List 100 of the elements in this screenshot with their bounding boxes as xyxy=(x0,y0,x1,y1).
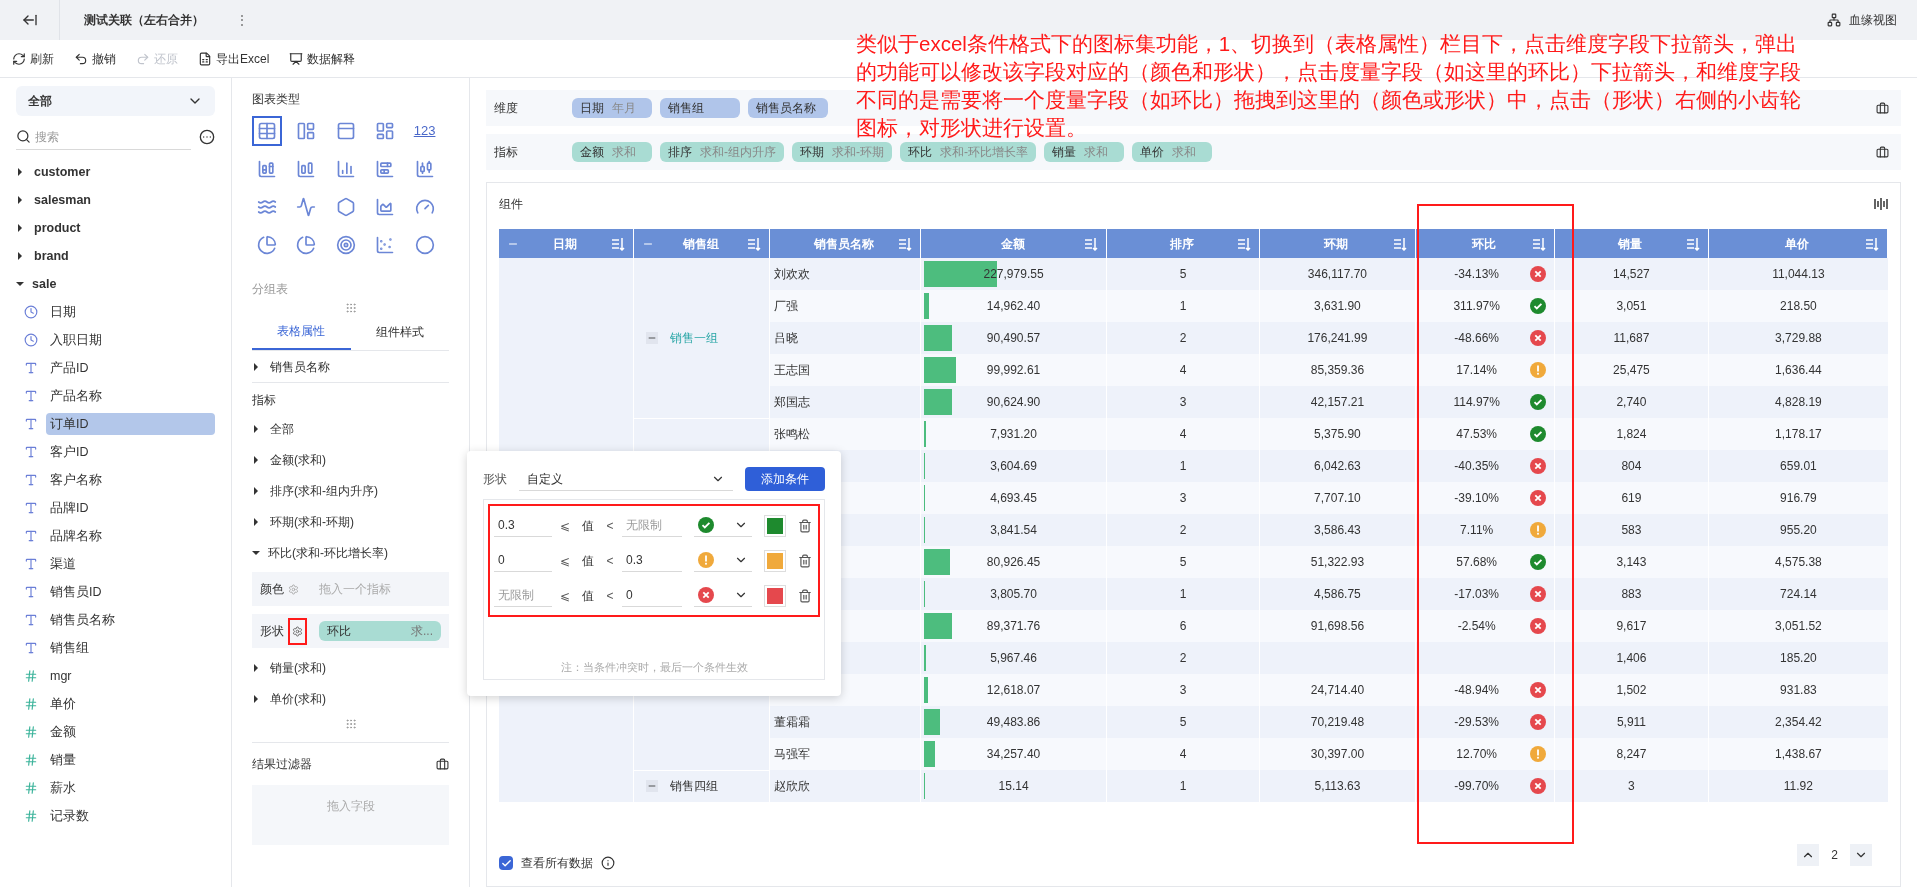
more-icon[interactable] xyxy=(199,129,215,145)
field-item[interactable]: 入职日期 xyxy=(46,328,215,352)
drag-handle-icon[interactable] xyxy=(344,718,357,730)
chart-type-button[interactable] xyxy=(252,116,282,146)
operator-dropdown[interactable]: < xyxy=(602,551,618,570)
max-field[interactable]: 无限制 xyxy=(622,514,682,537)
operator-dropdown[interactable]: ⩽ xyxy=(556,516,574,535)
field-chip[interactable]: 金额 求和 xyxy=(572,142,652,162)
field-item[interactable]: 产品ID xyxy=(46,356,215,380)
sort-icon[interactable] xyxy=(747,236,761,251)
metric-item[interactable]: 销量(求和) xyxy=(252,652,449,683)
operator-dropdown[interactable]: ⩽ xyxy=(556,551,574,570)
hexagon-icon xyxy=(335,197,356,217)
min-field[interactable]: 0.3 xyxy=(494,514,552,537)
toggle-button[interactable] xyxy=(646,780,659,792)
metric-item[interactable]: 环期(求和-环期) xyxy=(252,506,449,537)
field-item[interactable]: 销量 xyxy=(46,748,215,772)
drag-handle-icon[interactable] xyxy=(344,302,357,314)
field-chip[interactable]: 日期 年月 xyxy=(572,98,652,118)
field-item[interactable]: 记录数 xyxy=(46,804,215,828)
dimension-item[interactable]: 销售员名称 xyxy=(252,351,449,383)
table-tree-item[interactable]: customer xyxy=(16,158,215,186)
toggle-button[interactable] xyxy=(646,331,659,344)
delete-icon[interactable] xyxy=(798,588,812,603)
add-condition-button[interactable]: 添加条件 xyxy=(745,467,825,491)
field-item[interactable]: 客户ID xyxy=(46,440,215,464)
sort-icon[interactable] xyxy=(611,236,626,251)
metric-item[interactable]: 全部 xyxy=(252,413,449,444)
more-button[interactable]: ⋮ xyxy=(228,11,256,29)
briefcase-icon[interactable] xyxy=(1876,101,1889,115)
field-item[interactable]: 品牌名称 xyxy=(46,524,215,548)
operator-dropdown[interactable]: ⩽ xyxy=(556,586,574,605)
sort-icon[interactable] xyxy=(1865,236,1879,251)
sort-icon[interactable] xyxy=(1392,236,1407,251)
sort-icon[interactable] xyxy=(897,236,912,251)
field-item[interactable]: 销售员ID xyxy=(46,580,215,604)
table-tree-item[interactable]: salesman xyxy=(16,186,215,214)
sort-icon[interactable] xyxy=(1686,236,1701,251)
toolbar-button[interactable]: 撤销 xyxy=(74,49,116,68)
field-item[interactable]: 单价 xyxy=(46,692,215,716)
delete-icon[interactable] xyxy=(798,518,812,533)
table-tree-item[interactable]: brand xyxy=(16,242,215,270)
sort-icon[interactable] xyxy=(1531,236,1546,251)
delete-icon[interactable] xyxy=(798,553,812,568)
icon-dropdown[interactable] xyxy=(694,549,752,572)
metric-item[interactable]: 环比(求和-环比增长率) xyxy=(252,537,449,568)
field-item[interactable]: 金额 xyxy=(46,720,215,744)
field-item[interactable]: 品牌ID xyxy=(46,496,215,520)
sort-icon[interactable] xyxy=(1237,236,1252,251)
page-up-button[interactable] xyxy=(1797,844,1820,866)
tab[interactable]: 表格属性 xyxy=(252,314,351,350)
min-field[interactable]: 无限制 xyxy=(494,584,552,607)
field-chip[interactable]: 排序 求和-组内升序 xyxy=(660,142,784,162)
field-item[interactable]: 客户名称 xyxy=(46,468,215,492)
field-chip[interactable]: 销售组 xyxy=(660,98,740,118)
toolbar-button[interactable]: 数据解释 xyxy=(289,49,356,68)
tab[interactable]: 组件样式 xyxy=(350,314,449,350)
lineage-button[interactable]: 血缘视图 xyxy=(1827,11,1897,29)
table-tree-item[interactable]: sale xyxy=(16,270,215,298)
max-field[interactable]: 0.3 xyxy=(622,549,682,572)
search-field[interactable]: 搜索 xyxy=(35,127,191,146)
briefcase-icon[interactable] xyxy=(1876,145,1889,159)
icon-dropdown[interactable] xyxy=(694,514,752,537)
operator-dropdown[interactable]: < xyxy=(602,516,618,535)
field-chip[interactable]: 销量 求和 xyxy=(1044,142,1124,162)
max-field[interactable]: 0 xyxy=(622,584,682,607)
briefcase-icon[interactable] xyxy=(436,757,449,771)
field-chip[interactable]: 环比 求和-环比增长率 xyxy=(900,142,1036,162)
operator-dropdown[interactable]: < xyxy=(602,586,618,605)
settings-icon[interactable] xyxy=(288,583,299,595)
settings-icon[interactable] xyxy=(292,625,303,637)
min-field[interactable]: 0 xyxy=(494,549,552,572)
barcode-chart-icon[interactable] xyxy=(1874,197,1888,211)
page-down-button[interactable] xyxy=(1850,844,1872,866)
shape-dropdown[interactable]: 自定义 xyxy=(519,467,733,491)
field-item[interactable]: 销售员名称 xyxy=(46,608,215,632)
table-tree-item[interactable]: product xyxy=(16,214,215,242)
chart-type-button[interactable]: 123 xyxy=(409,116,440,146)
info-icon[interactable] xyxy=(601,856,615,870)
metric-item[interactable]: 排序(求和-组内升序) xyxy=(252,475,449,506)
scope-dropdown[interactable]: 全部 xyxy=(16,86,215,116)
field-item[interactable]: 订单ID xyxy=(46,412,215,436)
toolbar-button[interactable]: 导出Excel xyxy=(198,49,270,68)
field-item[interactable]: 渠道 xyxy=(46,552,215,576)
field-chip[interactable]: 单价 求和 xyxy=(1132,142,1212,162)
field-item[interactable]: 日期 xyxy=(46,300,215,324)
field-chip[interactable]: 销售员名称 xyxy=(748,98,828,118)
icon-dropdown[interactable] xyxy=(694,584,752,607)
checkbox[interactable] xyxy=(499,856,513,870)
sort-icon[interactable] xyxy=(1084,236,1099,251)
field-item[interactable]: 薪水 xyxy=(46,776,215,800)
toolbar-button[interactable]: 刷新 xyxy=(12,49,54,68)
field-chip[interactable]: 环期 求和-环期 xyxy=(792,142,892,162)
field-item[interactable]: 销售组 xyxy=(46,636,215,660)
field-item[interactable]: mgr xyxy=(46,664,215,688)
field-item[interactable]: 产品名称 xyxy=(46,384,215,408)
tab-title[interactable]: 测试关联（左右合并） xyxy=(60,11,228,29)
metric-item[interactable]: 单价(求和) xyxy=(252,683,449,714)
metric-item[interactable]: 金额(求和) xyxy=(252,444,449,475)
field-chip[interactable]: 环比 求... xyxy=(319,621,441,641)
